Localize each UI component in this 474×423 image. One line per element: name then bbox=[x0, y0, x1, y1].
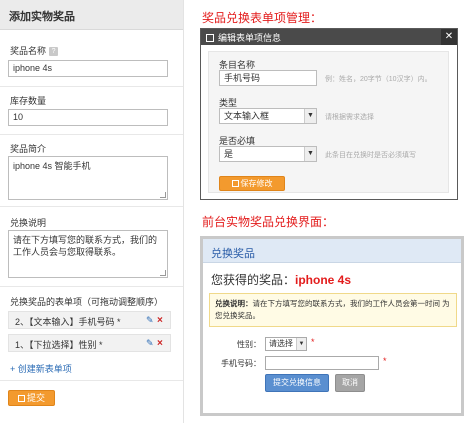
chevron-down-icon: ▼ bbox=[304, 109, 316, 123]
gender-select-value: 请选择 bbox=[269, 339, 293, 348]
resize-handle[interactable] bbox=[160, 192, 166, 198]
phone-input[interactable] bbox=[265, 356, 379, 370]
form-item-row[interactable]: 1、【下拉选择】性别 * ✎ × bbox=[8, 334, 171, 352]
divider bbox=[0, 134, 183, 135]
redeem-textarea-value: 请在下方填写您的联系方式，我们的工作人员会与您取得联系。 bbox=[13, 235, 158, 257]
redeem-textarea[interactable]: 请在下方填写您的联系方式，我们的工作人员会与您取得联系。 bbox=[8, 230, 168, 278]
add-prize-panel: 添加实物奖品 奖品名称? iphone 4s 库存数量 10 奖品简介 ipho… bbox=[0, 0, 184, 423]
chevron-down-icon: ▼ bbox=[296, 338, 306, 350]
delete-icon[interactable]: × bbox=[157, 339, 166, 349]
create-link-text: 创建新表单项 bbox=[17, 364, 72, 374]
intro-label: 奖品简介 bbox=[10, 144, 47, 154]
prize-name-label-text: 奖品名称 bbox=[10, 46, 47, 56]
item-name-input[interactable]: 手机号码 bbox=[219, 70, 317, 86]
form-item-text: 2、【文本输入】手机号码 * bbox=[15, 317, 121, 327]
required-mark: * bbox=[383, 356, 387, 366]
row-actions: ✎ × bbox=[146, 315, 166, 326]
required-hint: 此条目在兑换时是否必须填写 bbox=[325, 152, 416, 159]
item-name-hint: 例：姓名，20字节（10汉字）内。 bbox=[325, 76, 432, 83]
plus-icon: + bbox=[10, 364, 18, 374]
divider bbox=[0, 206, 183, 207]
edit-item-modal: 编辑表单项信息 ✕ 条目名称 手机号码 例：姓名，20字节（10汉字）内。 类型… bbox=[200, 28, 458, 200]
save-button-label: 保存修改 bbox=[240, 179, 273, 188]
redeem-notice: 兑换说明：请在下方填写您的联系方式，我们的工作人员会第一时间 为您兑换奖品。 bbox=[209, 293, 457, 327]
submit-redeem-button[interactable]: 提交兑换信息 bbox=[265, 374, 329, 392]
submit-button[interactable]: 提交 bbox=[8, 390, 55, 406]
form-item-row[interactable]: 2、【文本输入】手机号码 * ✎ × bbox=[8, 311, 171, 329]
modal-header: 编辑表单项信息 ✕ bbox=[201, 29, 457, 45]
redeem-dialog: 兑换奖品 您获得的奖品：iphone 4s 兑换说明：请在下方填写您的联系方式，… bbox=[200, 236, 464, 416]
gender-label: 性别： bbox=[237, 340, 261, 349]
redeem-dialog-header: 兑换奖品 bbox=[203, 239, 461, 263]
type-select[interactable]: 文本输入框 ▼ bbox=[219, 108, 317, 124]
document-icon bbox=[206, 34, 214, 42]
save-icon bbox=[17, 395, 25, 402]
gender-select[interactable]: 请选择 ▼ bbox=[265, 337, 307, 351]
redeem-label: 兑换说明 bbox=[10, 218, 47, 228]
cancel-button[interactable]: 取消 bbox=[335, 374, 365, 392]
panel-title: 添加实物奖品 bbox=[0, 0, 183, 30]
stock-label: 库存数量 bbox=[10, 96, 47, 106]
modal-body: 条目名称 手机号码 例：姓名，20字节（10汉字）内。 类型 文本输入框 ▼ 请… bbox=[208, 51, 449, 193]
submit-button-label: 提交 bbox=[26, 393, 45, 403]
type-hint: 请根据需求选择 bbox=[325, 114, 374, 121]
required-select[interactable]: 是 ▼ bbox=[219, 146, 317, 162]
form-item-text: 1、【下拉选择】性别 * bbox=[15, 340, 103, 350]
divider bbox=[0, 86, 183, 87]
create-form-item-link[interactable]: + 创建新表单项 bbox=[10, 362, 72, 375]
delete-icon[interactable]: × bbox=[157, 316, 166, 326]
required-select-value: 是 bbox=[224, 149, 234, 159]
edit-icon[interactable]: ✎ bbox=[146, 316, 155, 325]
close-icon[interactable]: ✕ bbox=[441, 29, 457, 45]
resize-handle[interactable] bbox=[160, 270, 166, 276]
divider bbox=[0, 286, 183, 287]
row-actions: ✎ × bbox=[146, 338, 166, 349]
chevron-down-icon: ▼ bbox=[304, 147, 316, 161]
frontend-section-title: 前台实物奖品兑换界面： bbox=[202, 215, 335, 229]
prize-line: 您获得的奖品：iphone 4s bbox=[211, 271, 351, 288]
modal-title: 编辑表单项信息 bbox=[218, 33, 282, 43]
type-select-value: 文本输入框 bbox=[224, 111, 270, 121]
phone-label: 手机号码： bbox=[221, 359, 261, 368]
prize-name-input[interactable]: iphone 4s bbox=[8, 60, 168, 77]
intro-textarea-value: iphone 4s 智能手机 bbox=[13, 161, 91, 171]
help-icon[interactable]: ? bbox=[49, 47, 59, 57]
divider bbox=[0, 380, 183, 381]
intro-textarea[interactable]: iphone 4s 智能手机 bbox=[8, 156, 168, 200]
prize-name-label: 奖品名称? bbox=[10, 44, 59, 57]
save-changes-button[interactable]: 保存修改 bbox=[219, 176, 285, 191]
management-section-title: 奖品兑换表单项管理： bbox=[202, 11, 323, 25]
edit-icon[interactable]: ✎ bbox=[146, 339, 155, 348]
prize-name: iphone 4s bbox=[295, 273, 352, 287]
save-icon bbox=[231, 180, 239, 187]
prize-prefix: 您获得的奖品： bbox=[211, 273, 296, 287]
notice-label: 兑换说明： bbox=[215, 299, 253, 308]
form-items-label: 兑换奖品的表单项（可拖动调整顺序） bbox=[10, 297, 164, 307]
required-mark: * bbox=[311, 337, 315, 347]
stock-input[interactable]: 10 bbox=[8, 109, 168, 126]
